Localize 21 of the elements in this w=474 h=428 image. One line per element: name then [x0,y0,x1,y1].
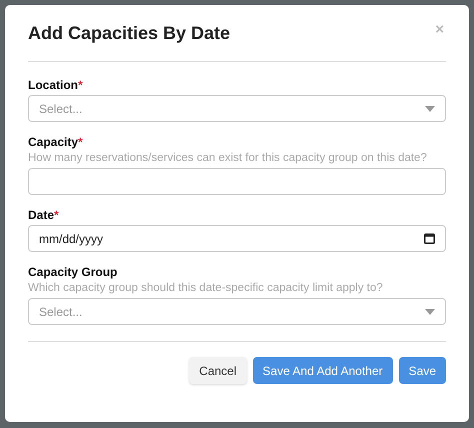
close-button[interactable]: × [433,20,446,38]
dialog-button[interactable]: Save And Add Another [252,357,393,384]
field-label: Capacity Group [28,265,118,279]
field-label: Location [28,78,78,92]
field-label: Capacity [28,135,78,149]
calendar-icon[interactable] [424,233,435,244]
help-text: How many reservations/services can exist for this capacity group on this date? [28,152,428,164]
dialog-title: Add Capacities By Date [28,22,230,44]
date-field[interactable]: mm/dd/yyyy [28,225,446,252]
help-text: Which capacity group should this date-specific capacity limit apply to? [28,282,384,294]
caret-icon [425,308,435,314]
caret-icon [425,106,435,112]
dialog-button[interactable]: Save [398,357,446,384]
required-mark: * [54,208,59,222]
field-label: Date [28,208,54,222]
select-field[interactable]: Select... [28,95,446,122]
required-mark: * [78,135,83,149]
select-field[interactable]: Select... [28,298,446,325]
required-mark: * [78,78,83,92]
input-field[interactable] [28,168,446,195]
dialog-button[interactable]: Cancel [189,357,247,384]
